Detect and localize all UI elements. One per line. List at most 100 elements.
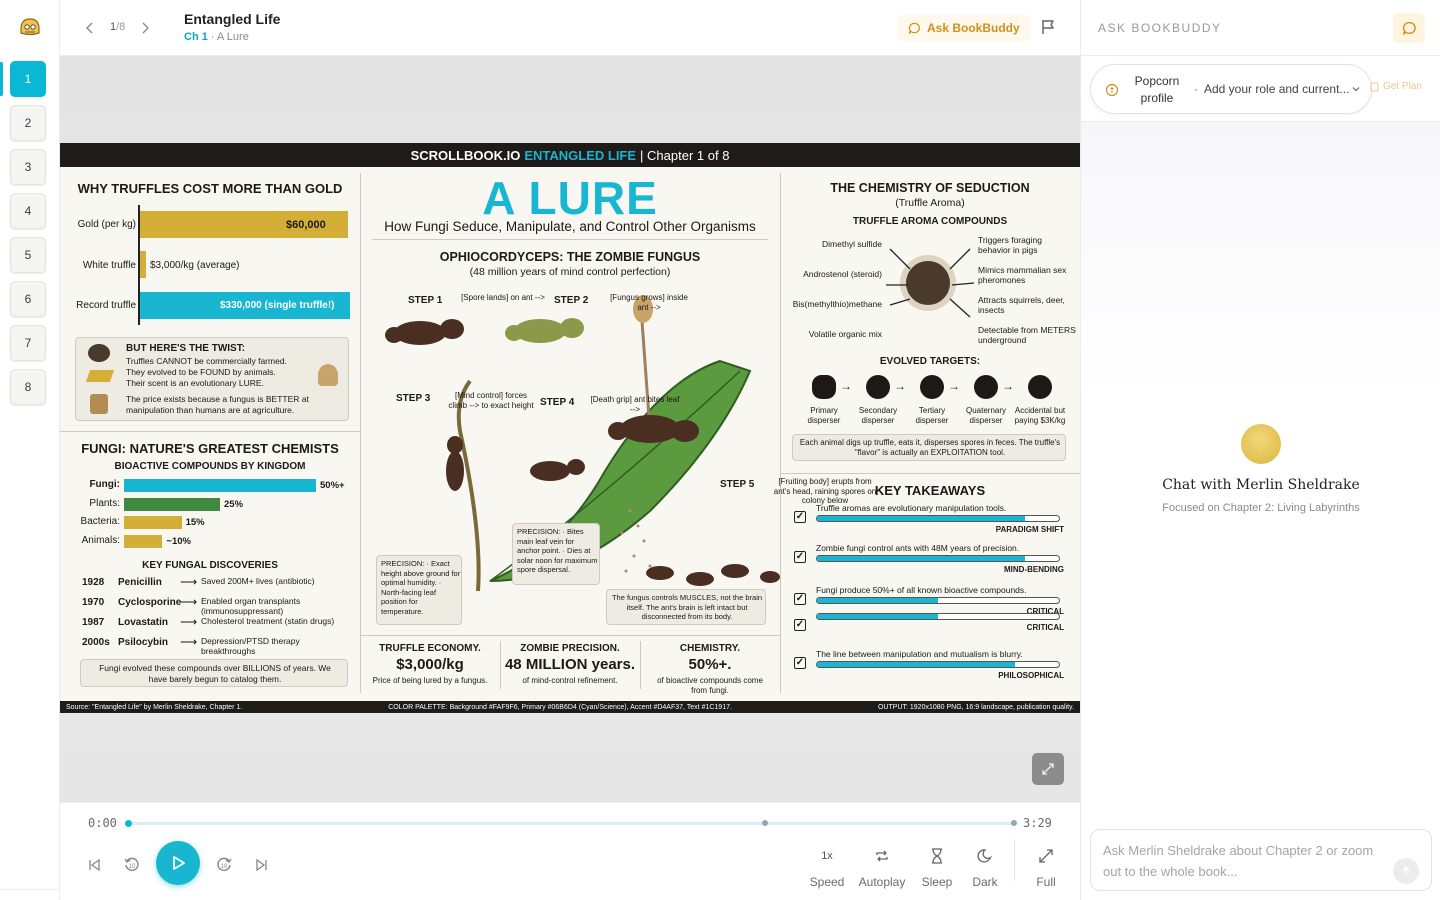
chat-toggle-button[interactable] (1393, 13, 1425, 43)
chat-composer[interactable]: Ask Merlin Sheldrake about Chapter 2 or … (1090, 829, 1432, 891)
chapter-poster[interactable]: SCROLLBOOK.IO ENTANGLED LIFE | Chapter 1… (60, 143, 1080, 713)
skip-to-end-button[interactable] (250, 853, 274, 877)
zombie-title: OPHIOCORDYCEPS: THE ZOMBIE FUNGUS (439, 250, 701, 264)
target-label: Secondary disperser (858, 406, 898, 425)
animal-silhouette-icon (812, 375, 836, 399)
previous-page-button[interactable] (80, 18, 100, 38)
compound-effect: Triggers foraging behavior in pigs (978, 235, 1042, 255)
autoplay-label: Autoplay (858, 875, 906, 889)
takeaway-bar (816, 515, 1060, 522)
fullscreen-button[interactable]: Full (1018, 845, 1074, 889)
twist-box: BUT HERE'S THE TWIST: Truffles CANNOT be… (75, 337, 349, 421)
ask-bookbuddy-label: Ask BookBuddy (927, 21, 1020, 35)
discovery-name: Psilocybin (118, 637, 169, 648)
flag-icon[interactable] (1038, 17, 1058, 37)
compound-effect: Mimics mammalian sex pheromones (978, 265, 1067, 285)
panel-title: ASK BOOKBUDDY (1098, 21, 1222, 35)
footer-palette: COLOR PALETTE: Background #FAF9F6, Prima… (388, 703, 732, 711)
chevron-right-icon (142, 22, 149, 34)
kingdom-label: Bacteria: (80, 516, 120, 527)
dark-mode-button[interactable]: Dark (957, 845, 1013, 889)
truffle-value-gold: $60,000 (286, 219, 326, 231)
discovery-year: 1970 (82, 597, 105, 608)
autoplay-button[interactable]: Autoplay (854, 845, 910, 889)
targets-note-box: Each animal digs up truffle, eats it, di… (792, 434, 1066, 461)
play-button[interactable] (156, 841, 200, 885)
ask-bookbuddy-button[interactable]: Ask BookBuddy (898, 14, 1030, 42)
kingdom-value: 15% (185, 517, 205, 528)
get-plan-button[interactable]: Get Plan (1370, 81, 1422, 92)
forward-10-button[interactable]: 10 (212, 853, 236, 877)
chapter-button-2[interactable]: 2 (10, 105, 46, 141)
poster-main-title: A LURE (482, 172, 658, 224)
chapter-button-4[interactable]: 4 (10, 193, 46, 229)
chat-area: Chat with Merlin Sheldrake Focused on Ch… (1081, 122, 1440, 820)
step-number: STEP 3 (396, 393, 431, 404)
takeaway-bar (816, 555, 1060, 562)
takeaway-bar (816, 661, 1060, 668)
page-total: /8 (116, 21, 126, 33)
profile-selector[interactable]: Popcorn profile Add your role and curren… (1090, 64, 1372, 114)
bookbuddy-logo-icon[interactable] (18, 15, 42, 39)
aroma-arrows (886, 248, 975, 318)
step-text: [Fungus grows] inside ant --> (610, 293, 688, 312)
muscles-note: The fungus controls MUSCLES, not the bra… (611, 593, 763, 621)
twist-line: They evolved to be FOUND by animals. (126, 367, 276, 377)
twist-line: Truffles CANNOT be commercially farmed. (126, 356, 287, 366)
send-button[interactable] (1393, 858, 1419, 884)
skip-to-start-button[interactable] (82, 853, 106, 877)
chapter-button-3[interactable]: 3 (10, 149, 46, 185)
kingdom-value: 50%+ (320, 480, 345, 491)
composer-placeholder[interactable]: Ask Merlin Sheldrake about Chapter 2 or … (1103, 840, 1393, 882)
precision-box-2: PRECISION: · Bites main leaf vein for an… (512, 523, 600, 585)
truffle-label-white: White truffle (82, 260, 136, 271)
takeaway-tag: PHILOSOPHICAL (998, 671, 1064, 680)
expand-poster-button[interactable] (1032, 753, 1064, 785)
kingdom-value: 25% (224, 498, 244, 510)
target-label: Tertiary disperser (915, 406, 949, 425)
poster-book-name: ENTANGLED LIFE (524, 147, 637, 163)
chapter-button-5[interactable]: 5 (10, 237, 46, 273)
compound-name: Dimethyl sulfide (822, 239, 882, 249)
chat-bubble-icon (908, 22, 920, 34)
takeaway-bar-fill (817, 516, 1026, 521)
arrow-right-icon: ⟶ (180, 575, 198, 589)
discovery-desc: Cholesterol treatment (statin drugs) (201, 616, 335, 626)
discovery-name: Penicillin (118, 577, 162, 588)
stat-head: TRUFFLE ECONOMY. (379, 643, 481, 654)
precision-box-1: PRECISION: · Exact height above ground f… (376, 555, 462, 625)
chemists-note: Fungi evolved these compounds over BILLI… (99, 663, 331, 684)
takeaway-tag: MIND-BENDING (1004, 565, 1064, 574)
progress-track[interactable] (125, 820, 1017, 827)
chapter-button-7[interactable]: 7 (10, 325, 46, 361)
takeaway-tag: PARADIGM SHIFT (995, 525, 1064, 534)
poster-main-subtitle: How Fungi Seduce, Manipulate, and Contro… (384, 219, 756, 234)
discovery-desc: Depression/PTSD therapy breakthroughs (201, 636, 300, 656)
discoveries-title: KEY FUNGAL DISCOVERIES (142, 560, 278, 571)
kingdom-label: Animals: (81, 534, 120, 546)
takeaway-bar (816, 613, 1060, 620)
next-page-button[interactable] (135, 18, 155, 38)
chapter-button-8[interactable]: 8 (10, 369, 46, 405)
truffle-label-gold: Gold (per kg) (77, 219, 136, 230)
truffle-value-record: $330,000 (single truffle!) (220, 300, 335, 311)
footer-source: Source: "Entangled Life" by Merlin Sheld… (66, 703, 243, 711)
twist-line: Their scent is an evolutionary LURE. (126, 378, 264, 388)
moon-icon (977, 849, 992, 863)
play-icon (173, 856, 185, 870)
twist-lines: Truffles CANNOT be commercially farmed. … (126, 356, 287, 389)
arrow-up-icon (1401, 865, 1411, 875)
footer-output: OUTPUT: 1920x1080 PNG, 16:9 landscape, p… (878, 703, 1074, 711)
chapter-button-6[interactable]: 6 (10, 281, 46, 317)
discovery-year: 2000s (82, 637, 110, 648)
progress-knob[interactable] (125, 820, 132, 827)
step-number: STEP 5 (720, 479, 755, 490)
discovery-name: Cyclosporine (118, 597, 182, 608)
step-text: [Spore lands] on ant --> (461, 293, 545, 302)
target-label: Quaternary disperser (965, 406, 1007, 425)
chemists-note-box: Fungi evolved these compounds over BILLI… (80, 659, 348, 687)
chapter-button-1[interactable]: 1 (10, 61, 46, 97)
truffle-label-record: Record truffle (76, 300, 136, 311)
rewind-10-button[interactable]: 10 (120, 853, 144, 877)
speed-button[interactable]: 1x Speed (799, 845, 855, 889)
